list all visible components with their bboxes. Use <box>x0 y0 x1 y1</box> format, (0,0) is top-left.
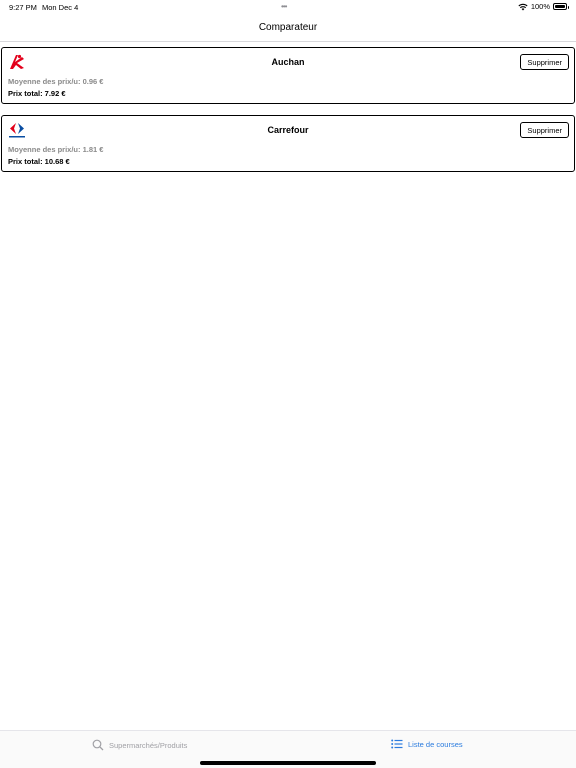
status-date: Mon Dec 4 <box>42 3 79 12</box>
total-price: Prix total: 10.68 € <box>8 157 70 166</box>
tab-supermarches-produits[interactable]: Supermarchés/Produits <box>92 739 187 751</box>
average-price: Moyenne des prix/u: 0.96 € <box>8 77 104 86</box>
store-name: Auchan <box>271 57 305 67</box>
total-price: Prix total: 7.92 € <box>8 89 66 98</box>
tab-label: Supermarchés/Produits <box>109 740 188 750</box>
wifi-icon <box>518 3 528 10</box>
delete-button[interactable]: Supprimer <box>520 122 569 138</box>
store-card-carrefour: Carrefour Supprimer Moyenne des prix/u: … <box>1 115 575 172</box>
battery-icon <box>553 3 569 10</box>
home-indicator[interactable] <box>200 761 376 765</box>
navigation-bar: Comparateur <box>0 14 576 42</box>
search-icon <box>92 739 104 751</box>
tab-label: Liste de courses <box>408 739 463 749</box>
list-icon <box>391 739 403 749</box>
multitasking-dots-icon[interactable]: ••• <box>281 2 287 11</box>
tab-liste-de-courses[interactable]: Liste de courses <box>391 739 463 749</box>
delete-button[interactable]: Supprimer <box>520 54 569 70</box>
status-indicators: 100% <box>518 2 569 11</box>
page-title: Comparateur <box>258 22 318 33</box>
status-time: 9:27 PM <box>9 3 37 12</box>
average-price: Moyenne des prix/u: 1.81 € <box>8 145 104 154</box>
store-name: Carrefour <box>267 125 309 135</box>
tab-bar: Supermarchés/Produits Liste de courses <box>0 730 576 768</box>
status-bar: 9:27 PM Mon Dec 4 ••• 100% <box>0 0 576 14</box>
battery-percent: 100% <box>530 2 550 11</box>
comparateur-screen: 9:27 PM Mon Dec 4 ••• 100% Comparateur A… <box>0 0 576 768</box>
store-card-auchan: Auchan Supprimer Moyenne des prix/u: 0.9… <box>1 47 575 104</box>
